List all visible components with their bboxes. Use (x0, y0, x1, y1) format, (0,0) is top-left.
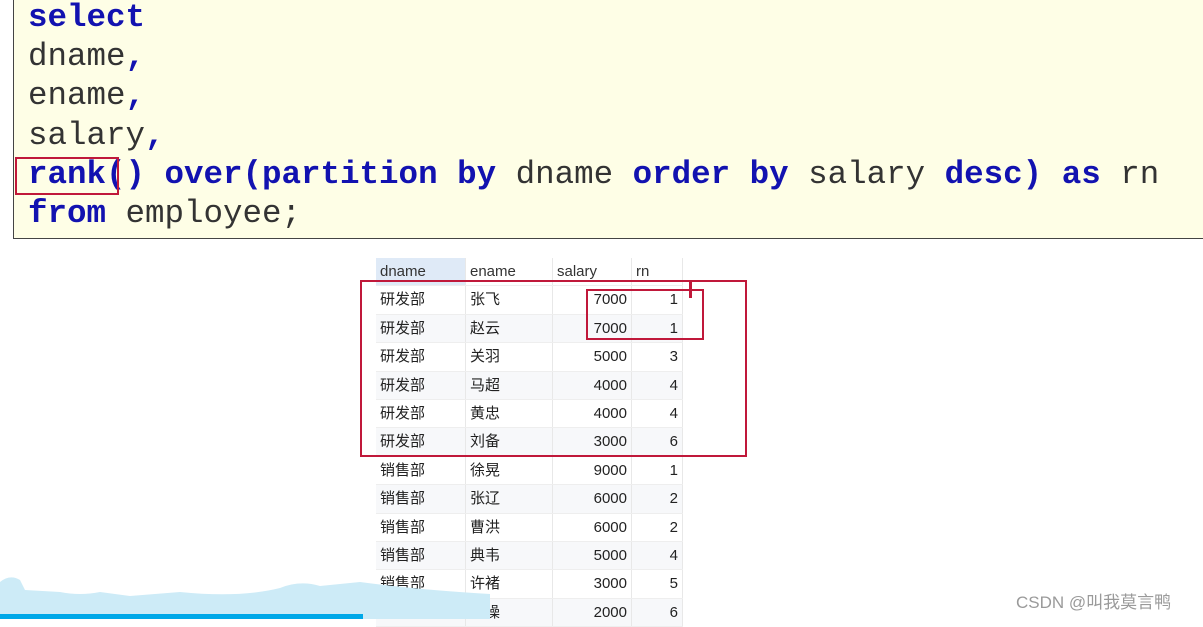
keyword: select (28, 0, 146, 36)
code-line: select (28, 0, 1159, 37)
keyword: , (145, 116, 165, 154)
cell-rn: 2 (632, 513, 683, 541)
keyword: , (125, 77, 146, 115)
keyword: from (28, 195, 107, 233)
cell-salary: 9000 (553, 456, 632, 485)
highlight-rank-box (15, 157, 119, 195)
cell-salary: 3000 (553, 570, 632, 598)
table-row: 销售部 张辽 6000 2 (376, 485, 683, 514)
cell-rn: 2 (632, 485, 683, 513)
cell-dname: 销售部 (376, 541, 466, 570)
cell-salary: 5000 (553, 541, 632, 570)
highlight-tie-box (586, 289, 704, 340)
identifier: ename (28, 77, 126, 115)
watermark: CSDN @叫我莫言鸭 (1016, 593, 1172, 612)
identifier: salary (788, 155, 945, 193)
cell-ename: 徐晃 (466, 456, 553, 485)
code-line: rank() over(partition by dname order by … (28, 155, 1159, 194)
cell-rn: 1 (632, 456, 683, 485)
progress-bar (0, 614, 363, 619)
cell-ename: 典韦 (466, 541, 553, 570)
code-line: dname, (28, 37, 1159, 76)
identifier: dname (496, 155, 633, 193)
cell-dname: 销售部 (376, 513, 466, 541)
table-row: 销售部 徐晃 9000 1 (376, 456, 683, 486)
code-line: ename, (28, 76, 1159, 115)
identifier: dname (28, 38, 126, 76)
cell-ename: 张辽 (466, 485, 553, 513)
table-row: 销售部 典韦 5000 4 (376, 541, 683, 571)
cursor-mark (689, 281, 692, 298)
keyword: desc) as (944, 155, 1101, 193)
keyword: , (125, 38, 146, 76)
cell-salary: 2000 (553, 598, 632, 627)
code-line: from employee; (28, 194, 1159, 233)
keyword: order by (632, 155, 789, 193)
cell-dname: 销售部 (376, 485, 466, 513)
code-line: salary, (28, 116, 1159, 155)
cell-rn: 5 (632, 570, 683, 598)
cell-salary: 6000 (553, 485, 632, 513)
cell-ename: 曹洪 (466, 513, 553, 541)
identifier: rn (1100, 155, 1160, 193)
cell-salary: 6000 (553, 513, 632, 541)
identifier: salary (28, 116, 146, 154)
cell-dname: 销售部 (376, 456, 466, 485)
decorative-wave (0, 577, 490, 619)
identifier: employee; (106, 195, 302, 233)
table-row: 销售部 曹洪 6000 2 (376, 513, 683, 542)
sql-code-block: select dname, ename, salary, rank() over(par… (13, 0, 1203, 239)
cell-rn: 6 (632, 598, 683, 627)
sql-code: select dname, ename, salary, rank() over(par… (28, 0, 1159, 233)
cell-rn: 4 (632, 541, 683, 570)
